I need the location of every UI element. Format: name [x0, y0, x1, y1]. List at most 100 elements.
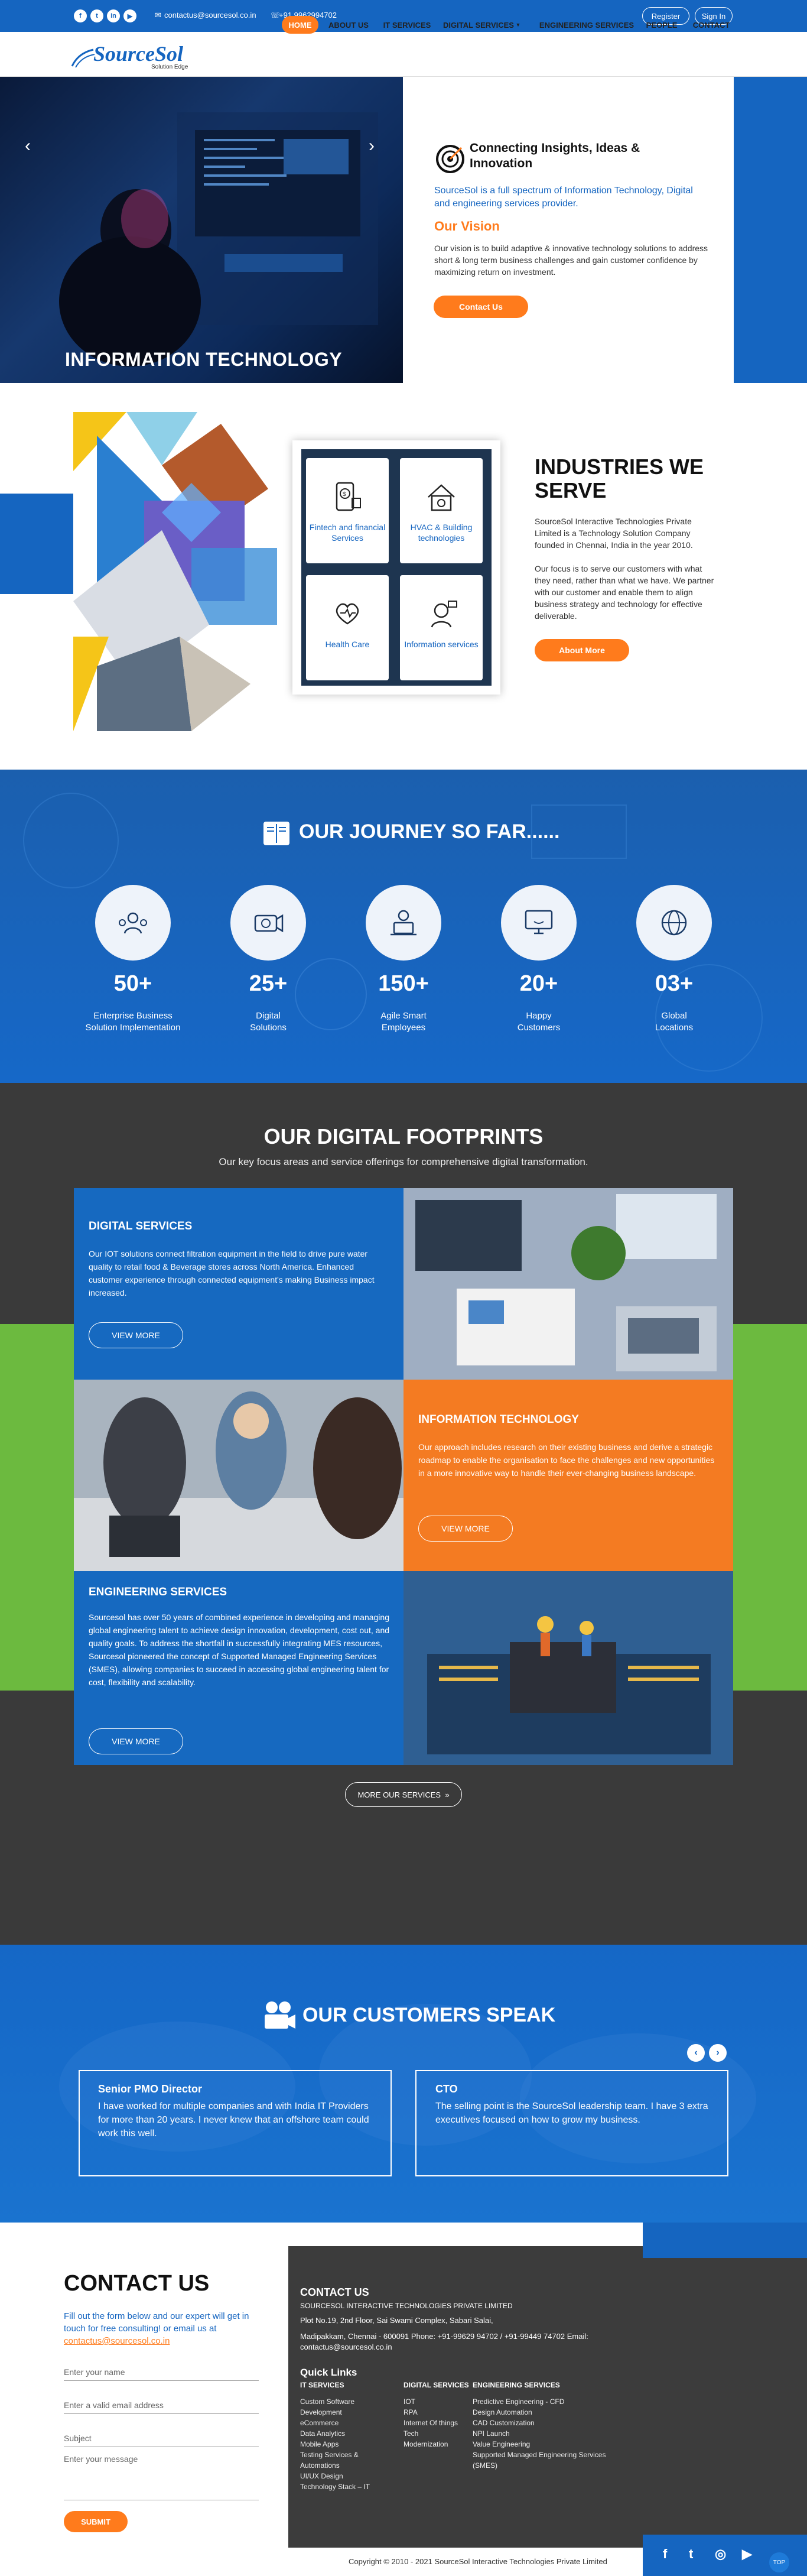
chevron-down-icon: ▼: [515, 22, 521, 28]
footer-link[interactable]: eCommerce: [300, 2418, 377, 2428]
footer-col-engineering-heading: ENGINEERING SERVICES: [473, 2381, 560, 2389]
slider-prev-icon[interactable]: ‹: [25, 136, 31, 156]
footer-link[interactable]: UI/UX Design: [300, 2471, 377, 2481]
footprints-title: OUR DIGITAL FOOTPRINTS: [263, 1124, 544, 1149]
stat-label-line1: Digital: [256, 1011, 281, 1021]
industry-card-healthcare[interactable]: Health Care: [306, 575, 389, 680]
digital-services-text: Our IOT solutions connect filtration equ…: [89, 1249, 375, 1297]
footer-link[interactable]: Data Analytics: [300, 2428, 377, 2439]
engineering-view-more-button[interactable]: VIEW MORE: [89, 1728, 183, 1754]
stat-label-line2: Solution Implementation: [85, 1023, 181, 1033]
heart-care-icon: [336, 603, 359, 625]
it-text: Our approach includes research on their …: [418, 1442, 715, 1478]
message-input[interactable]: Enter your message: [64, 2454, 259, 2500]
back-to-top-button[interactable]: TOP: [769, 2552, 789, 2572]
slider-next-icon[interactable]: ›: [369, 136, 375, 156]
footer-link[interactable]: Predictive Engineering - CFD: [473, 2396, 620, 2407]
footer-link[interactable]: NPI Launch: [473, 2428, 620, 2439]
logo[interactable]: SourceSol Solution Edge: [70, 41, 199, 70]
industries-collage: [73, 412, 277, 731]
subject-input[interactable]: Subject: [64, 2427, 259, 2447]
name-input[interactable]: Enter your name: [64, 2361, 259, 2381]
customers-title: OUR CUSTOMERS SPEAK: [302, 2004, 556, 2026]
footer-link[interactable]: Design Automation: [473, 2407, 620, 2418]
more-services-label: MORE OUR SERVICES: [357, 1790, 441, 1799]
twitter-icon[interactable]: t: [689, 2546, 693, 2562]
instagram-icon[interactable]: ◎: [715, 2546, 726, 2562]
youtube-icon[interactable]: ▶: [742, 2546, 752, 2562]
nav-home[interactable]: HOME: [282, 16, 318, 34]
stat-label-line2: Locations: [655, 1023, 694, 1033]
footer-link[interactable]: RPA: [403, 2407, 463, 2418]
footer-link[interactable]: Mobile Apps: [300, 2439, 377, 2450]
hero-lead: SourceSol is a full spectrum of Informat…: [434, 186, 693, 209]
industry-card-hvac[interactable]: HVAC & Building technologies: [400, 458, 483, 563]
industries-accent: [0, 494, 73, 594]
industry-card-label: Fintech and financial Services: [309, 523, 386, 543]
facebook-icon[interactable]: f: [74, 9, 87, 22]
email-input[interactable]: Enter a valid email address: [64, 2394, 259, 2414]
topbar-email[interactable]: contactus@sourcesol.co.in: [164, 11, 256, 20]
nav-about[interactable]: ABOUT US: [326, 16, 371, 34]
facebook-icon[interactable]: f: [663, 2546, 667, 2562]
contact-intro-text: Fill out the form below and our expert w…: [64, 2311, 249, 2334]
footer-link[interactable]: Custom Software Development: [300, 2396, 377, 2418]
video-camera-icon: [260, 1998, 298, 2033]
footer-link[interactable]: Internet Of things: [403, 2418, 463, 2428]
footer-link[interactable]: Technology Stack – IT: [300, 2481, 377, 2492]
youtube-icon[interactable]: ▶: [123, 9, 136, 22]
testimonial-author: Senior PMO Director: [98, 2083, 203, 2095]
industries-title: INDUSTRIES WE SERVE: [535, 455, 704, 502]
contact-us-button[interactable]: Contact Us: [434, 296, 528, 318]
nav-digital-services[interactable]: DIGITAL SERVICES: [443, 16, 514, 34]
stat-label-line1: Enterprise Business: [93, 1011, 173, 1021]
vision-text: Our vision is to build adaptive & innova…: [434, 244, 708, 277]
digital-services-heading: DIGITAL SERVICES: [89, 1220, 193, 1232]
stat-number: 25+: [249, 971, 288, 996]
footer-link[interactable]: Testing Services & Automations: [300, 2450, 377, 2471]
footer-link[interactable]: Value Engineering: [473, 2439, 620, 2450]
contact-email-link[interactable]: contactus@sourcesol.co.in: [64, 2336, 170, 2346]
about-more-button[interactable]: About More: [535, 639, 629, 661]
hero-heading: Connecting Insights, Ideas & Innovation: [470, 141, 640, 170]
footer-link[interactable]: Tech Modernization: [403, 2428, 463, 2450]
stat-number: 150+: [378, 971, 429, 996]
industry-card-label: Information services: [404, 640, 479, 649]
stat-circle-locations: [636, 885, 712, 961]
twitter-icon[interactable]: t: [90, 9, 103, 22]
quick-links-heading: Quick Links: [300, 2367, 357, 2378]
testimonial-prev-icon[interactable]: ‹: [687, 2044, 705, 2062]
engineering-text: Sourcesol has over 50 years of combined …: [89, 1613, 390, 1687]
it-view-more-button[interactable]: VIEW MORE: [418, 1516, 513, 1542]
footer-address-line2: Madipakkam, Chennai - 600091 Phone: +91-…: [300, 2332, 588, 2341]
footer-link[interactable]: Supported Managed Engineering Services (…: [473, 2450, 620, 2471]
stat-circle-enterprise: [95, 885, 171, 961]
testimonial-quote: I have worked for multiple companies and…: [98, 2101, 369, 2139]
testimonial-next-icon[interactable]: ›: [709, 2044, 727, 2062]
journey-title: OUR JOURNEY SO FAR......: [299, 820, 560, 843]
hero-side-accent: [734, 77, 807, 383]
logo-tagline: Solution Edge: [151, 64, 188, 70]
nav-people[interactable]: PEOPLE: [645, 16, 678, 34]
footer-link[interactable]: CAD Customization: [473, 2418, 620, 2428]
nav-engineering-services[interactable]: ENGINEERING SERVICES: [535, 16, 639, 34]
industry-card-info-services[interactable]: Information services: [400, 575, 483, 680]
stat-number: 20+: [519, 971, 558, 996]
stat-circle-customers: [501, 885, 577, 961]
submit-button[interactable]: SUBMIT: [64, 2511, 128, 2532]
more-services-button[interactable]: MORE OUR SERVICES »: [345, 1782, 462, 1807]
linkedin-icon[interactable]: in: [107, 9, 120, 22]
footer-link[interactable]: IOT: [403, 2396, 463, 2407]
footer-accent-top: [643, 2223, 807, 2258]
nav-contact[interactable]: CONTACT: [690, 16, 733, 34]
industry-card-fintech[interactable]: $ Fintech and financial Services: [306, 458, 389, 563]
stat-label-line2: Employees: [381, 1023, 426, 1033]
nav-it-services[interactable]: IT SERVICES: [382, 16, 432, 34]
stat-circle-employees: [366, 885, 441, 961]
footer-info-panel-extension: [643, 2258, 807, 2548]
digital-view-more-button[interactable]: VIEW MORE: [89, 1322, 183, 1348]
copyright-text: Copyright © 2010 - 2021 SourceSol Intera…: [349, 2557, 607, 2566]
support-agent-icon: [431, 601, 457, 628]
footer-email[interactable]: contactus@sourcesol.co.in: [300, 2342, 392, 2353]
fintech-icon: $: [336, 482, 361, 511]
